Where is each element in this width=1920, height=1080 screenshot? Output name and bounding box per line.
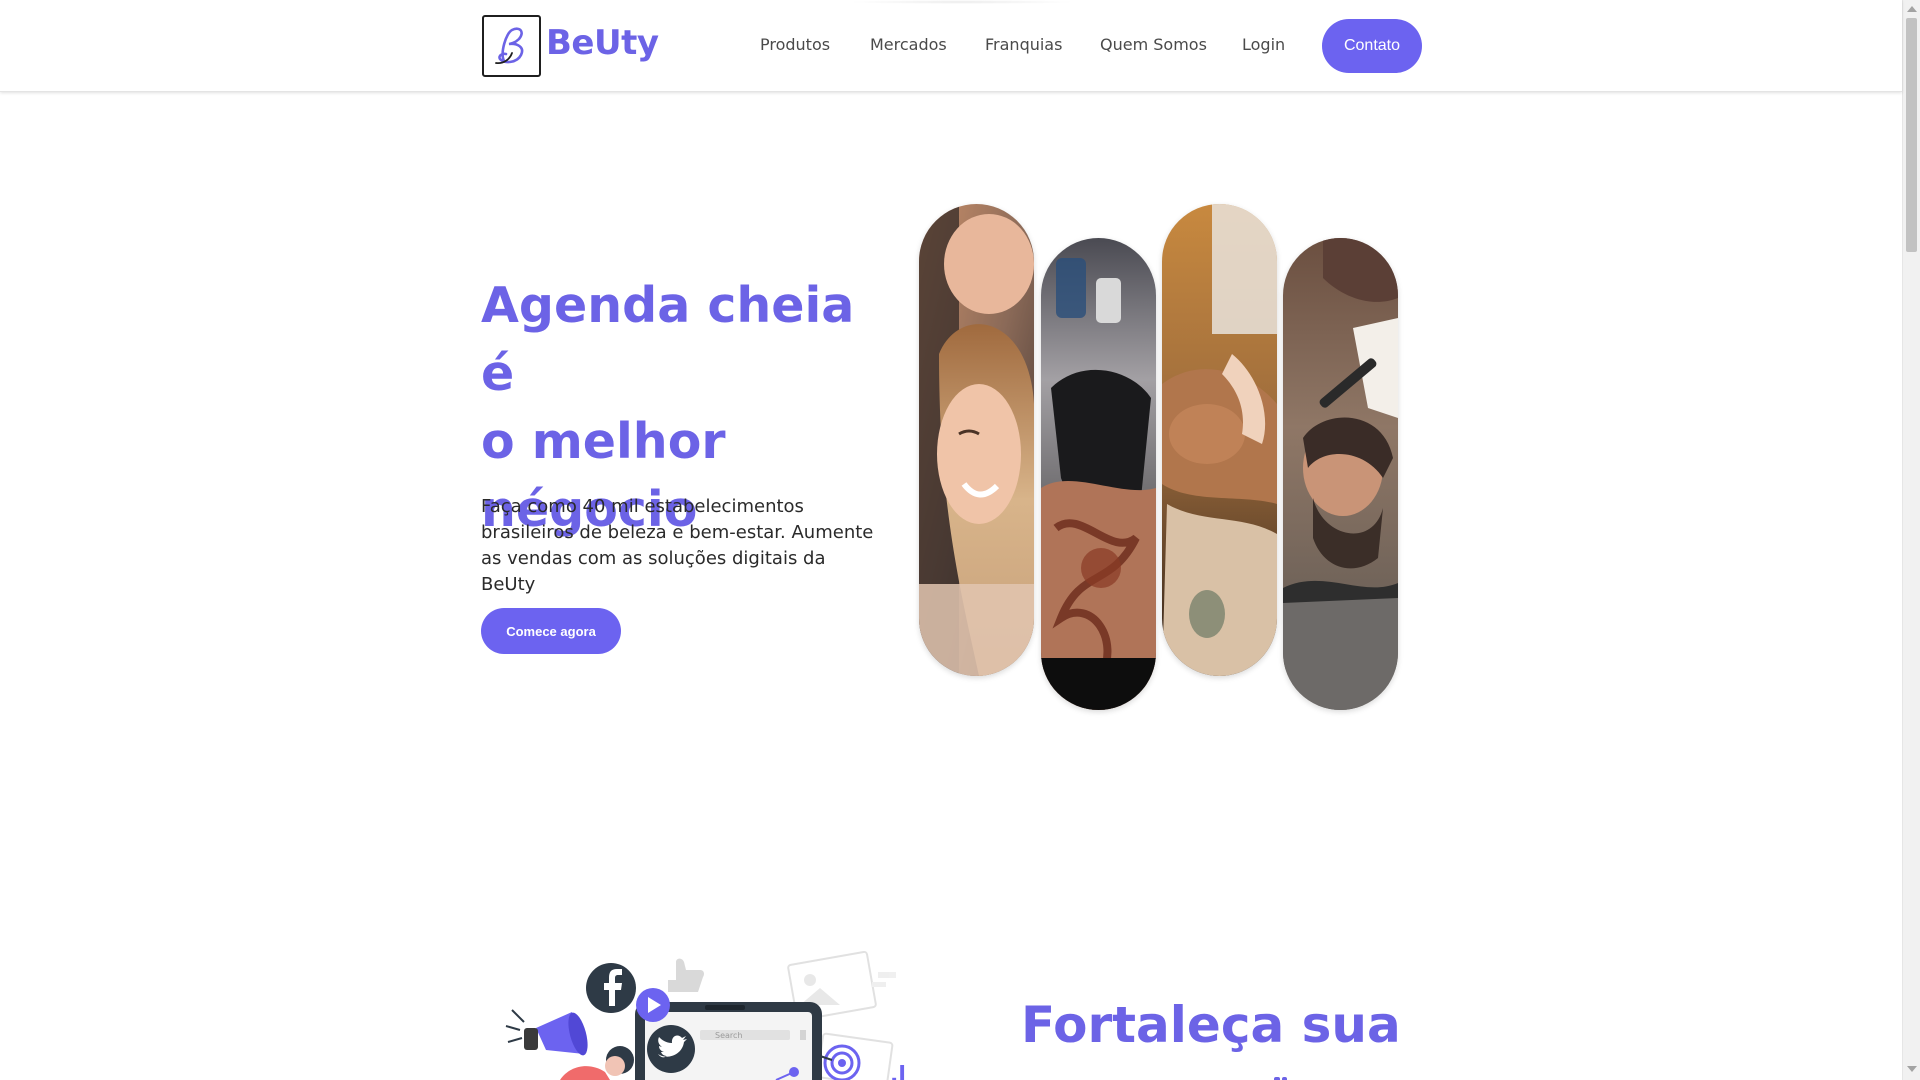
start-now-button[interactable]: Comece agora xyxy=(481,608,621,654)
barber-photo xyxy=(1283,238,1398,710)
site-header: BeUty Produtos Mercados Franquias Quem S… xyxy=(0,0,1902,92)
hero-title-line-1: Agenda cheia é xyxy=(481,277,855,402)
like-icon xyxy=(668,958,704,992)
megaphone-icon xyxy=(505,1009,588,1056)
hero-title-line-2: o melhor xyxy=(481,413,726,470)
contact-button[interactable]: Contato xyxy=(1322,19,1422,73)
section-2-title: Fortaleça sua xyxy=(1021,996,1401,1054)
section-2-title-continuation xyxy=(1021,1065,1331,1080)
header-shadow xyxy=(848,0,1076,4)
page: BeUty Produtos Mercados Franquias Quem S… xyxy=(0,0,1920,1080)
target-icon xyxy=(819,1044,861,1080)
facial-treatment-photo xyxy=(1162,204,1277,676)
svg-text:.l: .l xyxy=(890,1063,906,1080)
tattoo-photo xyxy=(1041,238,1156,710)
brand-name[interactable]: BeUty xyxy=(546,23,659,63)
nav-item-mercados[interactable]: Mercados xyxy=(870,35,947,54)
hair-salon-photo xyxy=(919,204,1034,676)
nav-item-produtos[interactable]: Produtos xyxy=(760,35,830,54)
scroll-thumb[interactable] xyxy=(1906,18,1917,252)
scroll-down-arrow-icon[interactable] xyxy=(1907,1066,1917,1072)
nav-item-franquias[interactable]: Franquias xyxy=(985,35,1062,54)
page-scrollbar[interactable] xyxy=(1902,0,1920,1080)
svg-text:Search: Search xyxy=(715,1031,742,1040)
social-media-illustration: Search .l xyxy=(500,950,920,1080)
nav-item-quem-somos[interactable]: Quem Somos xyxy=(1100,35,1207,54)
logo-b-icon xyxy=(494,27,523,65)
scroll-up-arrow-icon[interactable] xyxy=(1907,6,1917,12)
hero-description: Faça como 40 mil estabelecimentos brasil… xyxy=(481,496,874,595)
nav-item-login[interactable]: Login xyxy=(1242,35,1285,54)
logo-mark[interactable] xyxy=(482,15,541,77)
